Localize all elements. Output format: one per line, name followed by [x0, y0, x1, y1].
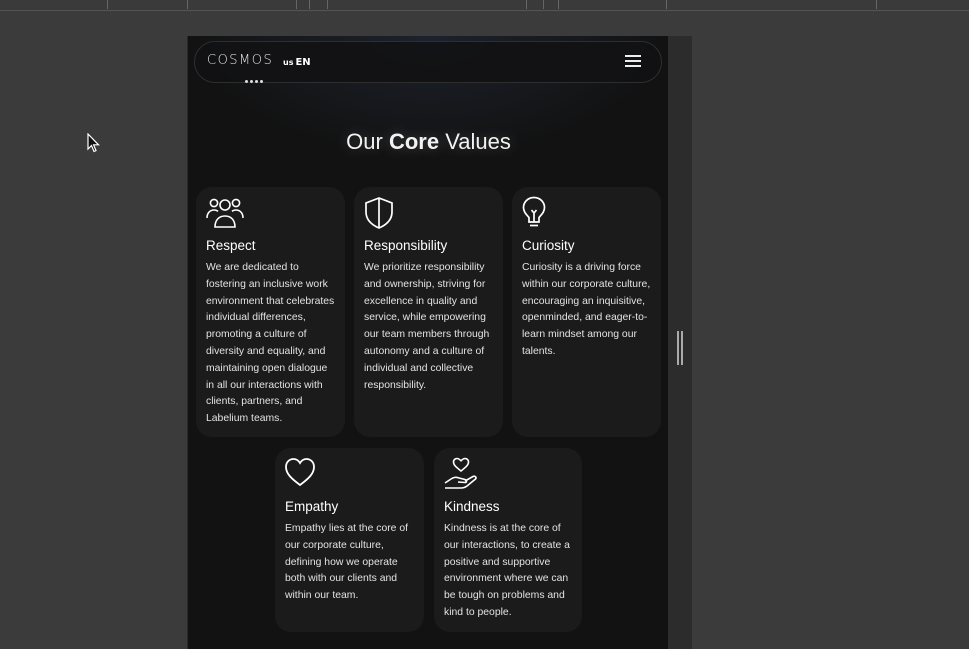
- value-description: Kindness is at the core of our interacti…: [444, 523, 570, 618]
- value-title: Kindness: [444, 499, 500, 514]
- resize-handle[interactable]: [677, 331, 683, 365]
- lightbulb-icon: [522, 196, 546, 227]
- logo-dots-icon: [245, 68, 265, 87]
- value-title: Respect: [206, 238, 256, 253]
- language-label: EN: [295, 57, 311, 68]
- value-title: Responsibility: [364, 238, 448, 253]
- people-icon: [206, 198, 244, 228]
- page-viewport: COSMOS us EN Our Core Values Respect We a…: [187, 36, 669, 649]
- value-title: Empathy: [285, 499, 339, 514]
- top-ruler: [0, 0, 969, 11]
- value-description: Curiosity is a driving force within our …: [522, 262, 651, 357]
- heart-icon: [285, 458, 315, 487]
- cosmos-logo[interactable]: COSMOS: [207, 53, 273, 68]
- value-title: Curiosity: [522, 238, 575, 253]
- mouse-cursor-icon: [87, 133, 100, 153]
- value-card-kindness: Kindness Kindness is at the core of our …: [434, 448, 582, 632]
- value-description: We prioritize responsibility and ownersh…: [364, 262, 490, 391]
- section-heading: Our Core Values: [346, 129, 511, 154]
- value-card-respect: Respect We are dedicated to fostering an…: [196, 187, 345, 437]
- value-card-empathy: Empathy Empathy lies at the core of our …: [275, 448, 424, 632]
- value-card-curiosity: Curiosity Curiosity is a driving force w…: [512, 187, 661, 437]
- shield-icon: [365, 197, 393, 229]
- value-description: We are dedicated to fostering an inclusi…: [206, 262, 335, 425]
- value-description: Empathy lies at the core of our corporat…: [285, 523, 409, 602]
- navbar: COSMOS us EN: [194, 41, 662, 83]
- hamburger-menu-icon[interactable]: [625, 55, 641, 69]
- flag-icon: us: [283, 58, 294, 67]
- hand-heart-icon: [444, 457, 477, 489]
- value-card-responsibility: Responsibility We prioritize responsibil…: [354, 187, 503, 437]
- language-selector[interactable]: us EN: [283, 57, 311, 68]
